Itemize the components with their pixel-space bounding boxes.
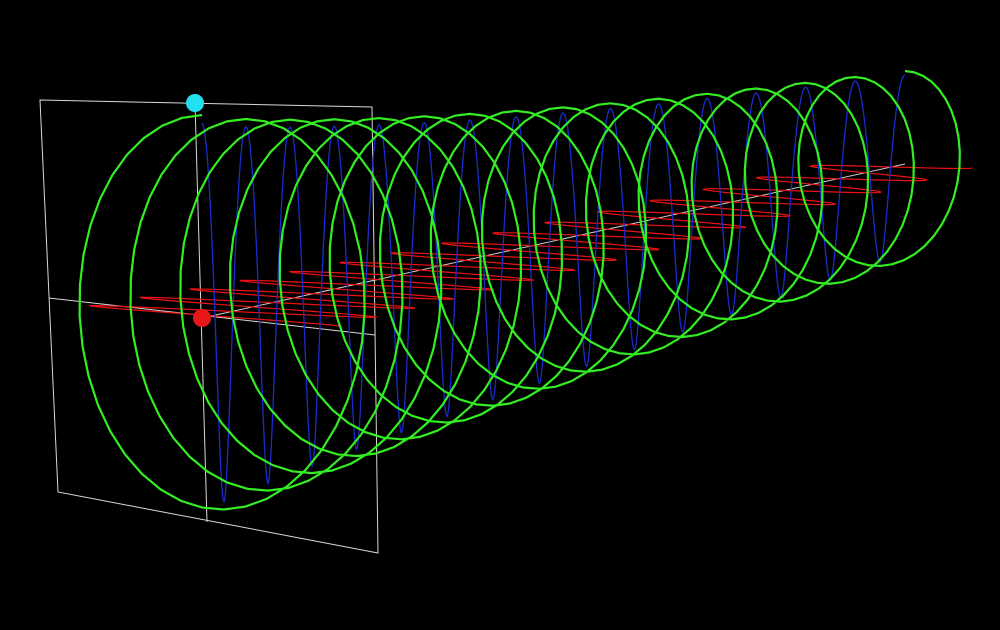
helix-path xyxy=(78,69,961,511)
wave-scene xyxy=(0,0,1000,630)
helix-wave xyxy=(78,69,961,511)
horizontal-marker-icon xyxy=(193,309,211,327)
vertical-marker-icon xyxy=(186,94,204,112)
